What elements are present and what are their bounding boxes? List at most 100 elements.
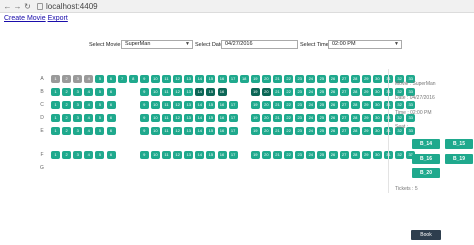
seat[interactable]: 10 bbox=[150, 75, 160, 83]
seat[interactable]: 9 bbox=[139, 114, 149, 122]
seat[interactable]: 5 bbox=[95, 88, 105, 96]
seat[interactable]: 17 bbox=[228, 75, 238, 83]
seat[interactable]: 28 bbox=[350, 101, 360, 109]
seat[interactable]: 28 bbox=[350, 151, 360, 159]
seat[interactable]: 23 bbox=[295, 151, 305, 159]
seat[interactable]: 7 bbox=[117, 75, 127, 83]
seat[interactable]: 4 bbox=[84, 88, 94, 96]
seat[interactable]: 25 bbox=[317, 75, 327, 83]
seat[interactable]: 24 bbox=[306, 151, 316, 159]
seat[interactable]: 8 bbox=[128, 75, 138, 83]
seat[interactable]: 25 bbox=[317, 88, 327, 96]
seat[interactable]: 1 bbox=[51, 114, 60, 122]
seat[interactable]: 13 bbox=[184, 75, 194, 83]
seat[interactable]: 19 bbox=[250, 88, 260, 96]
seat[interactable]: 21 bbox=[273, 127, 282, 135]
seat[interactable]: 2 bbox=[62, 114, 72, 122]
seat[interactable]: 15 bbox=[206, 114, 216, 122]
seat[interactable]: 6 bbox=[106, 75, 116, 83]
seat[interactable]: 12 bbox=[173, 101, 183, 109]
seat[interactable]: 1 bbox=[51, 127, 60, 135]
seat[interactable]: 25 bbox=[317, 151, 327, 159]
seat[interactable]: 22 bbox=[284, 114, 294, 122]
seat[interactable]: 26 bbox=[328, 101, 338, 109]
seat[interactable]: 28 bbox=[350, 114, 360, 122]
seat[interactable]: 10 bbox=[150, 151, 160, 159]
seat[interactable]: 30 bbox=[372, 114, 382, 122]
seat[interactable]: 29 bbox=[361, 114, 371, 122]
seat[interactable]: 2 bbox=[62, 75, 72, 83]
seat[interactable]: 23 bbox=[295, 101, 305, 109]
seat[interactable]: 10 bbox=[150, 114, 160, 122]
seat[interactable]: 12 bbox=[173, 127, 183, 135]
seat[interactable]: 27 bbox=[339, 114, 349, 122]
seat[interactable]: 26 bbox=[328, 127, 338, 135]
seat[interactable]: 19 bbox=[250, 101, 260, 109]
seat[interactable]: 30 bbox=[372, 75, 382, 83]
seat[interactable]: 4 bbox=[84, 151, 94, 159]
seat[interactable]: 16 bbox=[217, 75, 227, 83]
seat[interactable]: 5 bbox=[95, 101, 105, 109]
seat[interactable]: 6 bbox=[106, 101, 116, 109]
seat[interactable]: 25 bbox=[317, 101, 327, 109]
seat[interactable]: 16 bbox=[217, 127, 227, 135]
seat[interactable]: 21 bbox=[273, 101, 282, 109]
seat[interactable]: 26 bbox=[328, 151, 338, 159]
seat[interactable]: 16 bbox=[217, 101, 227, 109]
seat[interactable]: 24 bbox=[306, 88, 316, 96]
seat[interactable]: 28 bbox=[350, 88, 360, 96]
seat[interactable]: 24 bbox=[306, 75, 316, 83]
seat[interactable]: 15 bbox=[206, 88, 216, 96]
seat[interactable]: 11 bbox=[162, 101, 171, 109]
seat[interactable]: 1 bbox=[51, 75, 60, 83]
seat[interactable]: 29 bbox=[361, 101, 371, 109]
seat[interactable]: 21 bbox=[273, 151, 282, 159]
seat[interactable]: 11 bbox=[162, 114, 171, 122]
seat[interactable]: 5 bbox=[95, 127, 105, 135]
seat[interactable]: 21 bbox=[273, 75, 282, 83]
seat[interactable]: 10 bbox=[150, 101, 160, 109]
seat[interactable]: 30 bbox=[372, 127, 382, 135]
seat[interactable]: 29 bbox=[361, 75, 371, 83]
seat[interactable]: 16 bbox=[217, 151, 227, 159]
seat[interactable]: 29 bbox=[361, 151, 371, 159]
seat[interactable]: 3 bbox=[73, 151, 83, 159]
seat[interactable]: 2 bbox=[62, 101, 72, 109]
seat[interactable]: 22 bbox=[284, 127, 294, 135]
seat[interactable]: 13 bbox=[184, 114, 194, 122]
seat[interactable]: 27 bbox=[339, 127, 349, 135]
seat[interactable]: 16 bbox=[217, 88, 227, 96]
seat[interactable]: 12 bbox=[173, 75, 183, 83]
seat[interactable]: 29 bbox=[361, 127, 371, 135]
seat[interactable]: 5 bbox=[95, 75, 105, 83]
seat[interactable]: 9 bbox=[139, 151, 149, 159]
seat[interactable]: 29 bbox=[361, 88, 371, 96]
seat[interactable]: 28 bbox=[350, 75, 360, 83]
seat[interactable]: 30 bbox=[372, 151, 382, 159]
seat[interactable]: 4 bbox=[84, 75, 94, 83]
seat[interactable]: 1 bbox=[51, 151, 60, 159]
seat[interactable]: 5 bbox=[95, 151, 105, 159]
seat[interactable]: 15 bbox=[206, 127, 216, 135]
seat[interactable]: 19 bbox=[250, 114, 260, 122]
seat[interactable]: 22 bbox=[284, 151, 294, 159]
seat[interactable]: 6 bbox=[106, 151, 116, 159]
seat[interactable]: 14 bbox=[195, 101, 205, 109]
seat[interactable]: 1 bbox=[51, 101, 60, 109]
seat[interactable]: 21 bbox=[273, 88, 282, 96]
seat[interactable]: 4 bbox=[84, 127, 94, 135]
seat[interactable]: 17 bbox=[228, 114, 238, 122]
seat[interactable]: 23 bbox=[295, 114, 305, 122]
seat[interactable]: 13 bbox=[184, 101, 194, 109]
seat[interactable]: 23 bbox=[295, 88, 305, 96]
seat[interactable]: 14 bbox=[195, 88, 205, 96]
seat[interactable]: 9 bbox=[139, 88, 149, 96]
seat[interactable]: 17 bbox=[228, 101, 238, 109]
seat[interactable]: 27 bbox=[339, 88, 349, 96]
seat[interactable]: 3 bbox=[73, 114, 83, 122]
seat[interactable]: 26 bbox=[328, 114, 338, 122]
seat[interactable]: 1 bbox=[51, 88, 60, 96]
seat[interactable]: 22 bbox=[284, 75, 294, 83]
seat[interactable]: 12 bbox=[173, 151, 183, 159]
seat[interactable]: 18 bbox=[239, 75, 249, 83]
